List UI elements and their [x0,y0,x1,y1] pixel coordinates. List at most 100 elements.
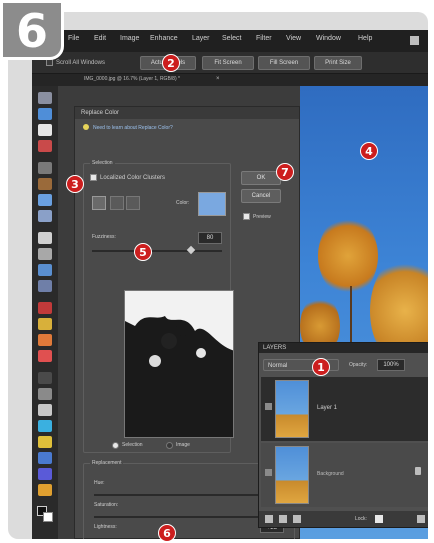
pencil-tool-icon[interactable] [38,484,52,496]
document-tab[interactable]: IMG_0000.jpg @ 16.7% (Layer 1, RGB/8) * [84,76,180,82]
radio-selection[interactable] [112,442,119,449]
opacity-label: Opacity: [349,362,368,368]
menu-view[interactable]: View [286,35,301,42]
fuzziness-slider-thumb[interactable] [186,245,196,255]
trash-icon[interactable] [417,515,425,523]
new-layer-icon[interactable] [265,515,273,523]
eyedropper-tool-icon[interactable] [38,140,52,152]
selection-preview [124,290,234,438]
eyedropper-minus-icon[interactable] [126,196,140,210]
saturation-slider[interactable] [94,516,284,518]
color-label: Color: [176,200,190,206]
window-control-icon[interactable] [410,36,419,45]
help-link[interactable]: Need to learn about Replace Color? [93,125,173,131]
callout-4: 4 [360,142,378,160]
lasso-tool-icon[interactable] [38,178,52,190]
radio-image[interactable] [166,442,173,449]
zoom-tool-icon[interactable] [38,108,52,120]
layer-thumbnail [275,380,309,438]
menu-help[interactable]: Help [358,35,372,42]
menu-enhance[interactable]: Enhance [150,35,178,42]
preview-label: Preview [253,214,271,220]
gradient-tool-icon[interactable] [38,420,52,432]
dialog-title: Replace Color [75,107,299,119]
saturation-label: Saturation: [94,502,119,508]
layer-name[interactable]: Layer 1 [317,405,337,411]
lock-transparency-icon[interactable] [375,515,383,523]
blur-tool-icon[interactable] [38,452,52,464]
toolbox [32,86,58,539]
visibility-eye-icon[interactable] [265,469,272,476]
menu-window[interactable]: Window [316,35,341,42]
callout-5: 5 [134,243,152,261]
fit-screen-button[interactable]: Fit Screen [202,56,254,70]
menu-select[interactable]: Select [222,35,241,42]
straighten-tool-icon[interactable] [38,280,52,292]
smart-brush-tool-icon[interactable] [38,388,52,400]
hue-label: Hue: [94,480,105,486]
brush-tool-icon[interactable] [38,372,52,384]
scroll-all-checkbox[interactable] [46,59,53,66]
eraser-tool-icon[interactable] [38,350,52,362]
menu-layer[interactable]: Layer [192,35,210,42]
layer-row-background[interactable]: Background [261,443,428,507]
layers-panel: LAYERS Normal Opacity: 100% Layer 1 Back… [258,342,428,528]
menu-file[interactable]: File [68,35,79,42]
menu-filter[interactable]: Filter [256,35,272,42]
layers-panel-title: LAYERS [259,343,428,353]
visibility-eye-icon[interactable] [265,403,272,410]
callout-2: 2 [162,54,180,72]
photoshop-elements-window: File Edit Image Enhance Layer Select Fil… [32,30,428,539]
paint-bucket-tool-icon[interactable] [38,404,52,416]
opacity-input[interactable]: 100% [377,359,405,371]
clone-stamp-tool-icon[interactable] [38,334,52,346]
callout-1: 1 [312,358,330,376]
localized-checkbox[interactable] [90,174,97,181]
healing-brush-tool-icon[interactable] [38,318,52,330]
callout-6: 6 [158,524,176,542]
step-number-badge: 6 [0,0,64,60]
print-size-button[interactable]: Print Size [314,56,362,70]
hand-tool-icon[interactable] [38,124,52,136]
move-tool-icon[interactable] [38,92,52,104]
lock-label: Lock: [355,516,367,522]
replacement-group-label: Replacement [90,460,124,466]
red-eye-tool-icon[interactable] [38,302,52,314]
marquee-tool-icon[interactable] [38,162,52,174]
hue-slider[interactable] [94,494,284,496]
adjustment-layer-icon[interactable] [293,515,301,523]
options-bar: Scroll All Windows Actual Pixels Fit Scr… [32,52,428,74]
type-tool-icon[interactable] [38,232,52,244]
layer-row-layer1[interactable]: Layer 1 [261,377,428,441]
background-color-swatch[interactable] [43,512,53,522]
scroll-all-label: Scroll All Windows [56,60,106,66]
magic-wand-tool-icon[interactable] [38,194,52,206]
eyedropper-icon[interactable] [92,196,106,210]
lightness-label: Lightness: [94,524,117,530]
preview-checkbox[interactable] [243,213,250,220]
fill-screen-button[interactable]: Fill Screen [258,56,310,70]
cancel-button[interactable]: Cancel [241,189,281,203]
crop-tool-icon[interactable] [38,248,52,260]
menu-bar: File Edit Image Enhance Layer Select Fil… [32,30,428,52]
shape-tool-icon[interactable] [38,436,52,448]
lightbulb-icon [83,124,89,130]
quick-selection-tool-icon[interactable] [38,210,52,222]
selection-color-swatch[interactable] [198,192,226,216]
layer-name[interactable]: Background [317,471,344,477]
layer-thumbnail [275,446,309,504]
fuzziness-slider[interactable] [92,250,222,252]
fuzziness-input[interactable]: 80 [198,232,222,244]
eyedropper-plus-icon[interactable] [110,196,124,210]
layers-footer: Lock: [259,511,428,527]
document-tab-bar: IMG_0000.jpg @ 16.7% (Layer 1, RGB/8) * … [32,74,428,86]
radio-selection-label: Selection [122,442,143,448]
recompose-tool-icon[interactable] [38,264,52,276]
close-tab-icon[interactable]: × [216,76,220,82]
new-group-icon[interactable] [279,515,287,523]
menu-image[interactable]: Image [120,35,139,42]
localized-color-clusters-label: Localized Color Clusters [100,175,166,181]
menu-edit[interactable]: Edit [94,35,106,42]
sponge-tool-icon[interactable] [38,468,52,480]
ok-button[interactable]: OK [241,171,281,185]
